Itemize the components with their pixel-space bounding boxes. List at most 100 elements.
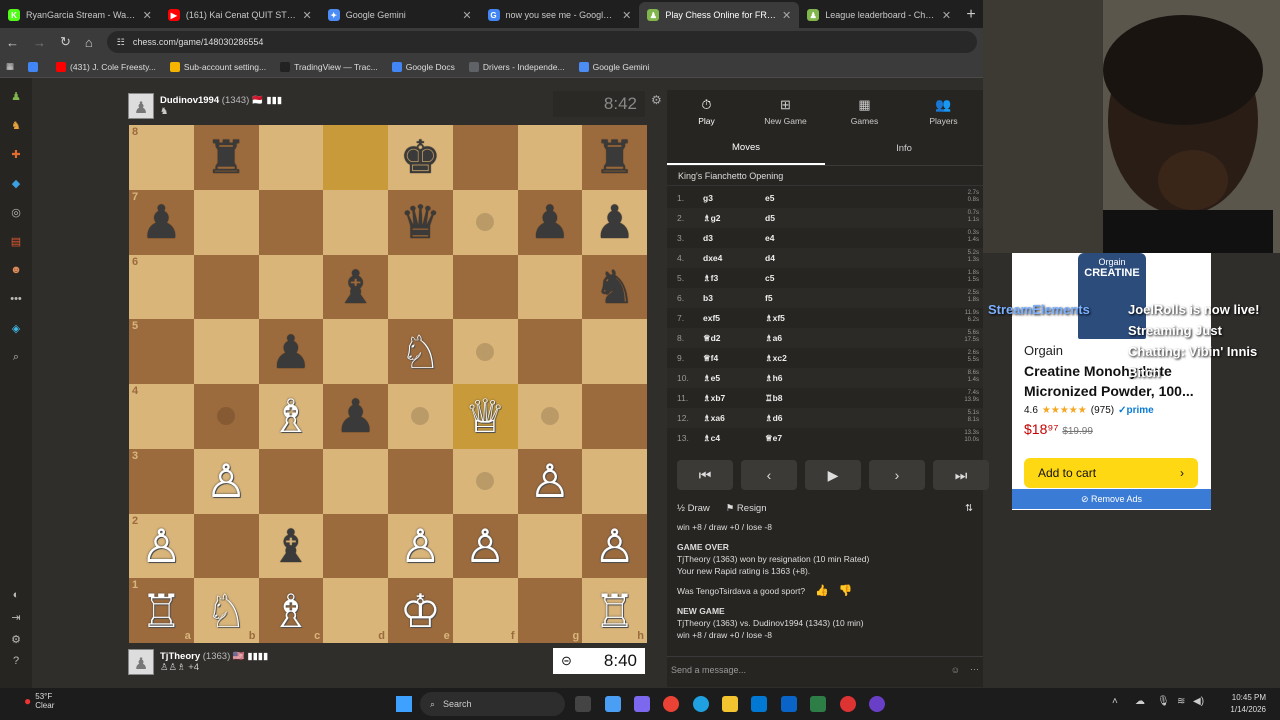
board-square[interactable] <box>323 513 388 579</box>
settings-icon[interactable]: ⚙ <box>8 631 24 647</box>
panel-tab[interactable]: ⊞ New Game <box>746 90 825 132</box>
store-icon[interactable] <box>751 696 767 712</box>
legal-move-dot[interactable] <box>476 213 495 232</box>
chess-piece[interactable]: ♟ <box>141 199 182 245</box>
play-button[interactable]: ▶ <box>805 460 861 490</box>
white-move[interactable]: ♗f3 <box>703 273 765 284</box>
board-square[interactable]: ♞ <box>582 254 647 320</box>
board-square[interactable]: ♚ <box>388 125 453 190</box>
volume-icon[interactable]: ◀) <box>1193 696 1204 707</box>
board-square[interactable]: b ♘ <box>193 578 259 643</box>
board-square[interactable] <box>388 384 453 449</box>
avatar[interactable]: ♟ <box>128 93 154 119</box>
white-move[interactable]: ♕f4 <box>703 353 765 364</box>
board-square[interactable]: g <box>517 578 583 643</box>
new-tab-icon[interactable]: + <box>959 2 983 28</box>
flip-board-icon[interactable]: ⇅ <box>965 503 973 514</box>
chess-piece[interactable]: ♘ <box>206 588 247 634</box>
board-square[interactable]: 6 <box>129 254 194 320</box>
board-square[interactable] <box>258 448 324 514</box>
white-move[interactable]: ♕d2 <box>703 333 765 344</box>
close-tab-icon[interactable]: ✕ <box>302 9 311 22</box>
play-icon[interactable]: ♞ <box>8 117 24 133</box>
learn-icon[interactable]: ◆ <box>8 175 24 191</box>
board-square[interactable] <box>258 254 324 320</box>
chess-piece[interactable]: ♙ <box>141 523 182 569</box>
board-square[interactable] <box>193 384 259 449</box>
draw-button[interactable]: ½ Draw <box>677 503 710 514</box>
board-square[interactable] <box>452 254 518 320</box>
chess-piece[interactable]: ♗ <box>270 393 311 439</box>
board-square[interactable] <box>258 125 324 190</box>
emoji-icon[interactable]: ☺ <box>951 665 960 675</box>
panel-tab[interactable]: ▦ Games <box>825 90 904 132</box>
board-square[interactable]: c ♗ <box>258 578 324 643</box>
chess-piece[interactable]: ♟ <box>270 329 311 375</box>
board-square[interactable]: 4 <box>129 384 194 449</box>
board-square[interactable] <box>323 319 388 384</box>
chess-piece[interactable]: ♟ <box>529 199 570 245</box>
outlook-icon[interactable] <box>781 696 797 712</box>
board-square[interactable]: ♟ <box>258 319 324 384</box>
chess-piece[interactable]: ♕ <box>465 393 506 439</box>
premium-icon[interactable]: ◈ <box>8 320 24 336</box>
close-tab-icon[interactable]: ✕ <box>942 9 951 22</box>
chess-piece[interactable]: ♘ <box>400 329 441 375</box>
more-options-icon[interactable]: ⋯ <box>970 664 979 675</box>
chess-piece[interactable]: ♜ <box>594 134 635 180</box>
chess-piece[interactable]: ♙ <box>206 458 247 504</box>
bookmark-item[interactable]: TradingView — Trac... <box>280 61 378 72</box>
reload-icon[interactable]: ↻ <box>60 34 71 50</box>
more-icon[interactable]: ••• <box>8 291 24 307</box>
board-square[interactable]: 3 <box>129 448 194 514</box>
bookmark-item[interactable]: Google Gemini <box>578 61 649 72</box>
back-icon[interactable]: ← <box>6 35 19 50</box>
task-view-icon[interactable] <box>575 696 591 712</box>
chess-piece[interactable]: ♖ <box>141 588 182 634</box>
browser-tab[interactable]: ✦ Google Gemini ✕ <box>320 2 480 28</box>
chess-piece[interactable]: ♙ <box>465 523 506 569</box>
chess-piece[interactable]: ♛ <box>400 199 441 245</box>
close-tab-icon[interactable]: ✕ <box>782 9 791 22</box>
legal-move-dot[interactable] <box>217 407 236 426</box>
chess-piece[interactable]: ♞ <box>594 264 635 310</box>
black-move[interactable]: ♗xf5 <box>765 313 827 324</box>
panel-tab[interactable]: ⏱ Play <box>667 90 746 132</box>
board-square[interactable]: ♙ <box>517 448 583 514</box>
news-icon[interactable]: ▤ <box>8 233 24 249</box>
white-move[interactable]: b3 <box>703 293 765 303</box>
remove-ads-button[interactable]: ⊘ Remove Ads <box>1012 489 1211 509</box>
wifi-icon[interactable]: ≋ <box>1177 696 1185 707</box>
black-move[interactable]: ♖b8 <box>765 393 827 404</box>
legal-move-dot[interactable] <box>476 472 495 491</box>
board-square[interactable] <box>452 189 518 255</box>
black-move[interactable]: ♗d6 <box>765 413 827 424</box>
black-move[interactable]: ♗xc2 <box>765 353 827 364</box>
board-square[interactable] <box>452 319 518 384</box>
browser-tab[interactable]: Gnow you see me - Google Search ✕ <box>480 2 640 28</box>
board-square[interactable] <box>517 384 583 449</box>
board-square[interactable] <box>582 384 647 449</box>
board-square[interactable] <box>452 125 518 190</box>
board-square[interactable]: ♙ <box>193 448 259 514</box>
collapse-icon[interactable]: ⇥ <box>8 609 24 625</box>
board-square[interactable] <box>517 254 583 320</box>
browser-tab[interactable]: ♟ League leaderboard - Chess.com ✕ <box>799 2 959 28</box>
board-square[interactable] <box>388 448 453 514</box>
home-icon[interactable]: ⌂ <box>85 35 93 50</box>
board-square[interactable]: 7 ♟ <box>129 189 194 255</box>
file-explorer-icon[interactable] <box>722 696 738 712</box>
chess-piece[interactable]: ♗ <box>270 588 311 634</box>
opening-name[interactable]: King's Fianchetto Opening <box>667 166 983 186</box>
chess-piece[interactable]: ♚ <box>400 134 441 180</box>
copilot-icon[interactable] <box>605 696 621 712</box>
app-icon[interactable] <box>840 696 856 712</box>
resign-button[interactable]: ⚑ Resign <box>726 503 767 514</box>
board-square[interactable]: ♙ <box>582 513 647 579</box>
bookmark-item[interactable]: Google Docs <box>391 61 455 72</box>
chess-board[interactable]: 8 ♜ ♚ ♜ 7 ♟ ♛ ♟ ♟ 6 ♝ ♞ 5 ♟ ♘ 4 ♗ ♟ ♕ 3 ♙ ♙ 2 ♙ ♝ ♙ ♙ ♙ 1 a ♖ b ♘ c ♗ d e ♔ f g… <box>129 125 647 643</box>
chess-piece[interactable]: ♜ <box>206 134 247 180</box>
board-square[interactable]: ♜ <box>193 125 259 190</box>
chess-piece[interactable]: ♟ <box>335 393 376 439</box>
board-square[interactable]: 5 <box>129 319 194 384</box>
